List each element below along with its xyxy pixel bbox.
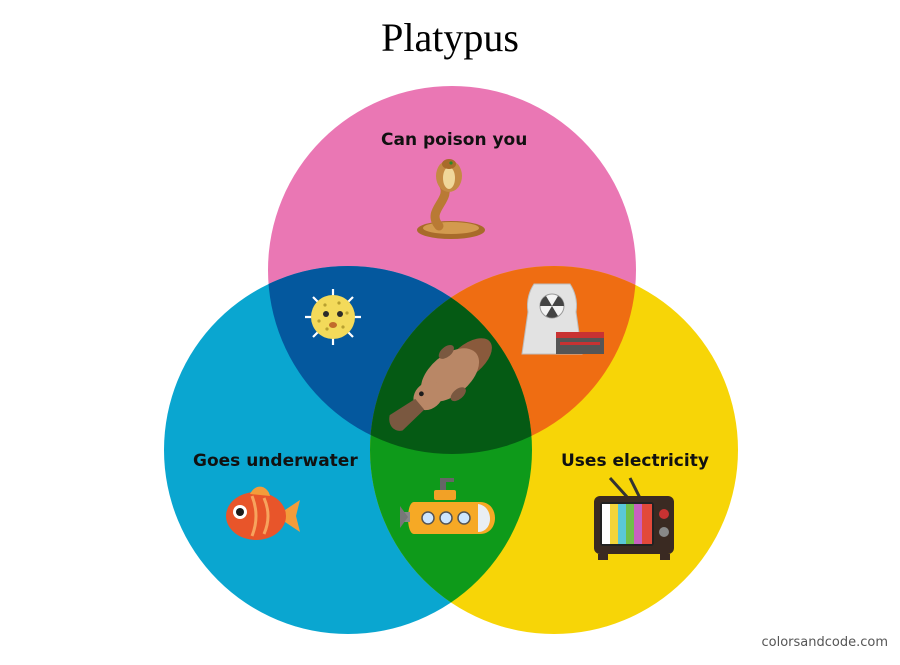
venn-canvas [164,86,738,634]
pufferfish-icon [305,289,361,345]
set-label-can-poison-you: Can poison you [381,130,528,150]
set-label-uses-electricity: Uses electricity [561,451,709,471]
venn-diagram: Platypus Can poison you Goes underwater … [0,0,900,660]
set-label-goes-underwater: Goes underwater [193,451,358,471]
diagram-title: Platypus [381,15,519,60]
watermark: colorsandcode.com [761,635,889,650]
